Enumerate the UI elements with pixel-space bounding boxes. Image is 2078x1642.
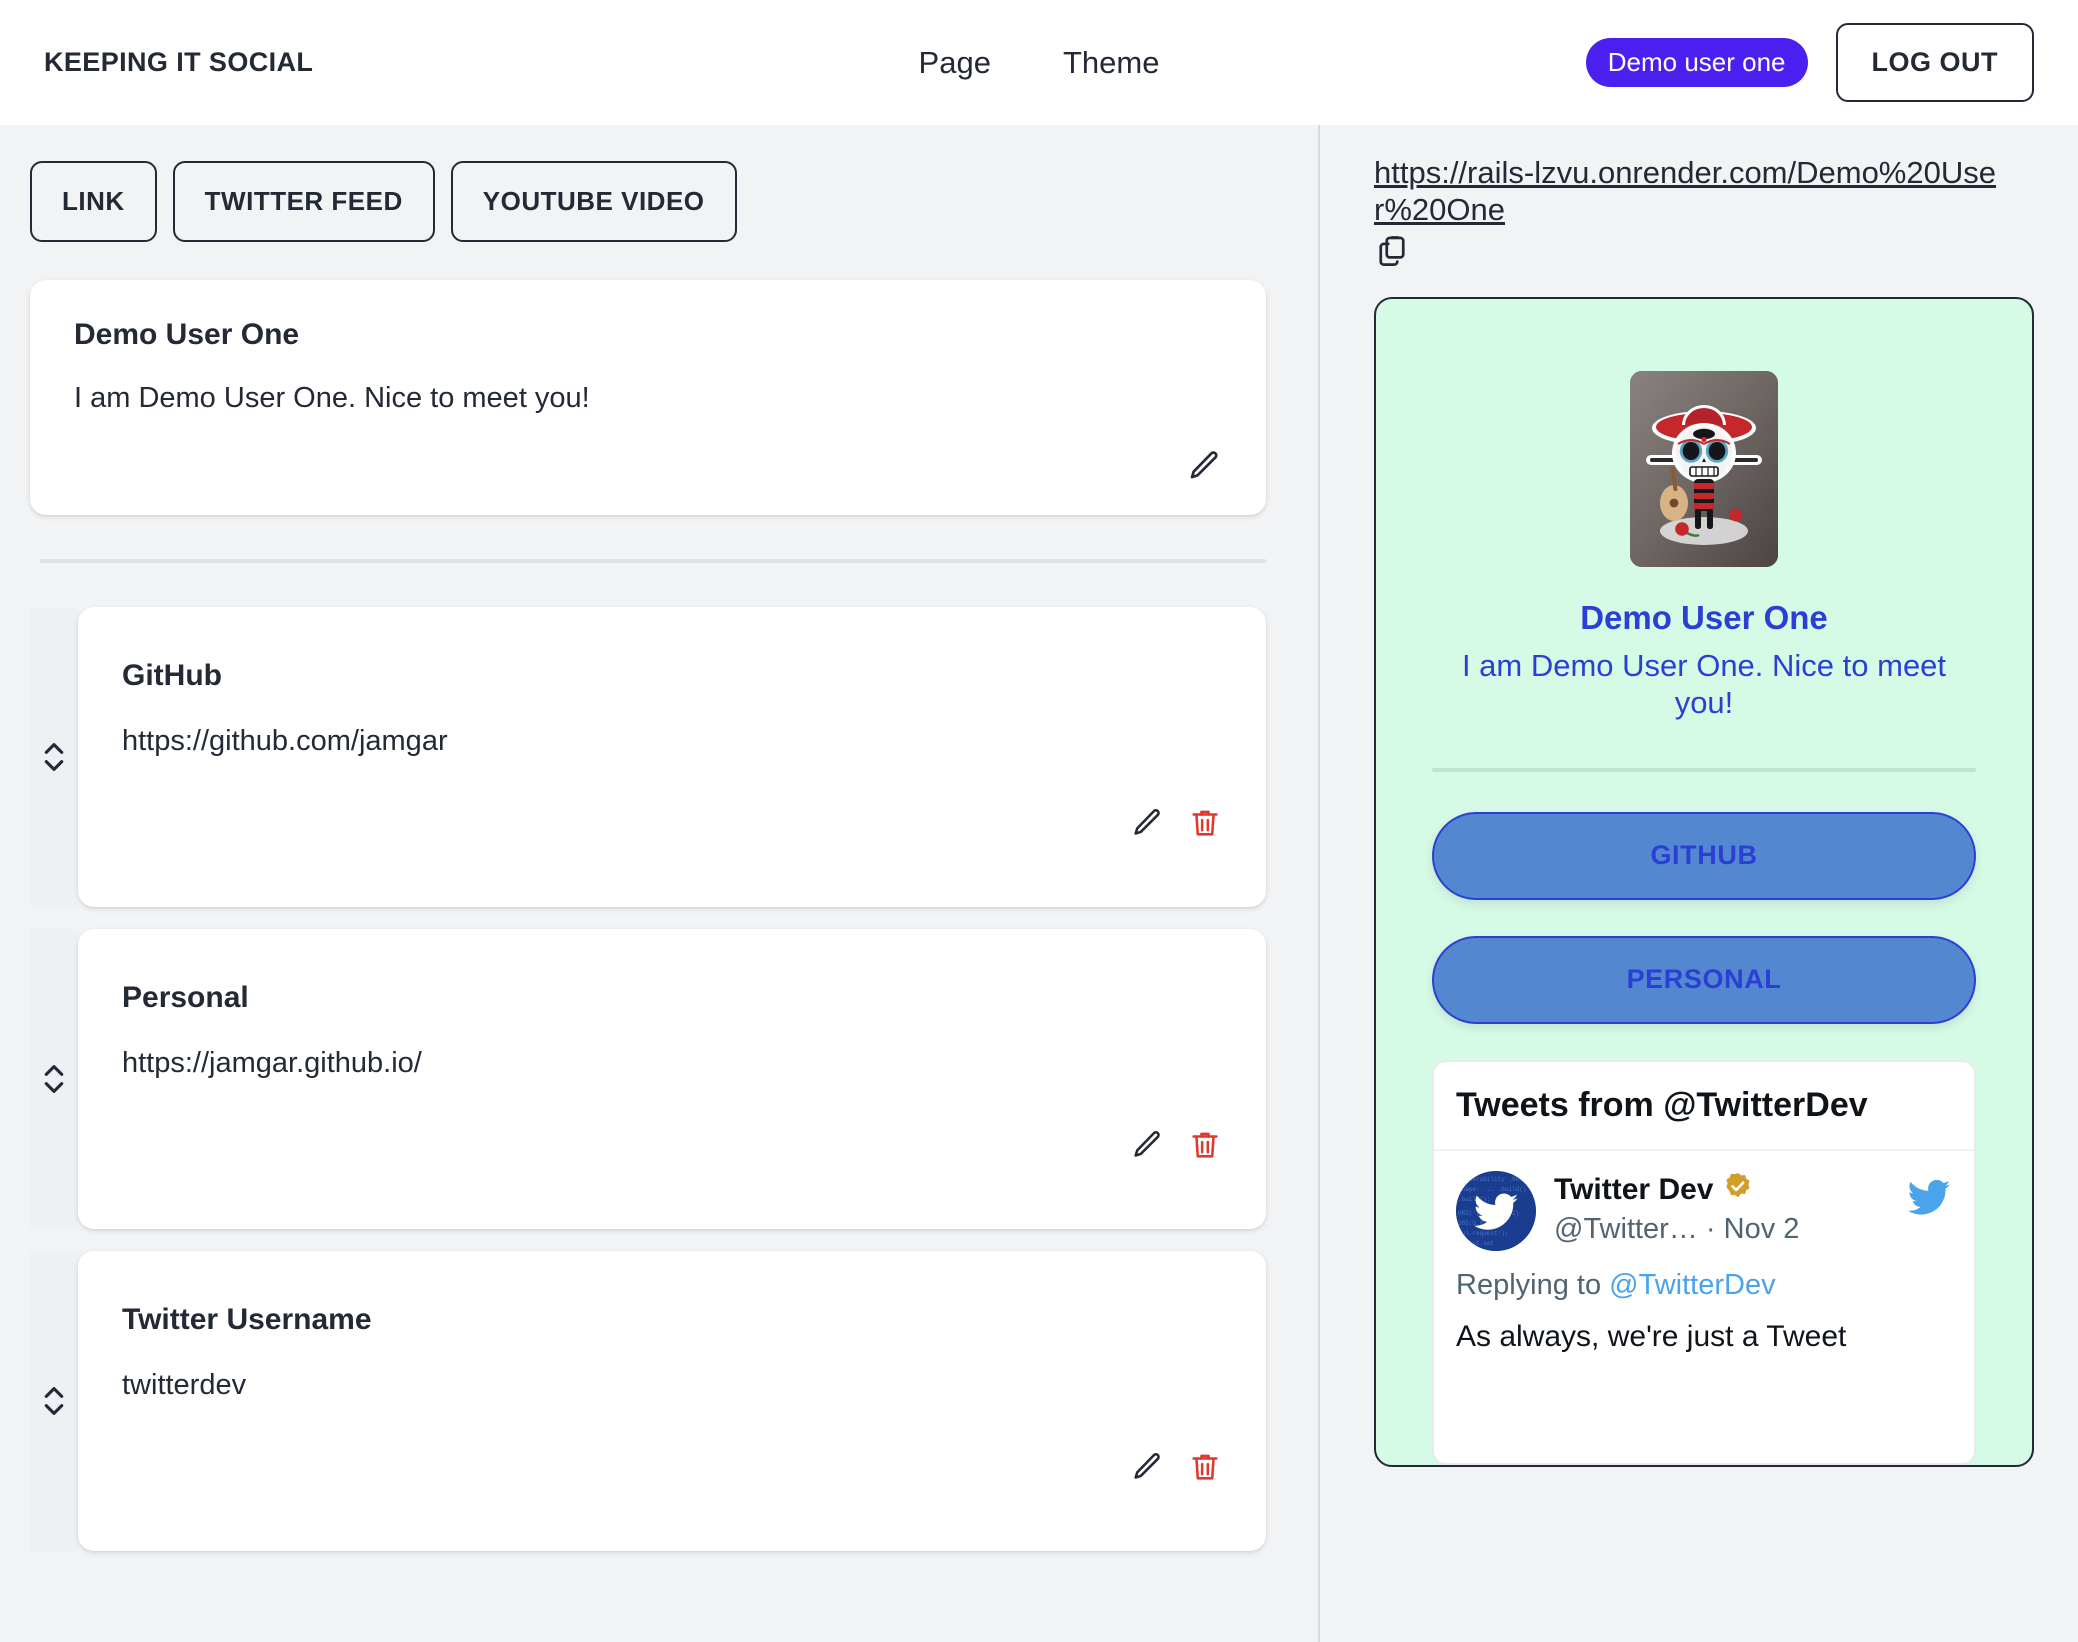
preview-pane: https://rails-lzvu.onrender.com/Demo%20U… xyxy=(1320,125,2078,1642)
twitter-bird-icon[interactable] xyxy=(1906,1171,1952,1226)
trash-icon[interactable] xyxy=(1188,1128,1222,1167)
sort-updown-icon[interactable] xyxy=(30,929,78,1229)
tweet-author-name: Twitter Dev xyxy=(1554,1172,1714,1206)
section-divider xyxy=(40,559,1266,563)
link-title: Personal xyxy=(122,981,249,1014)
link-actions xyxy=(1130,1128,1222,1167)
avatar xyxy=(1630,371,1778,568)
pencil-icon[interactable] xyxy=(1130,806,1164,845)
link-title: GitHub xyxy=(122,659,222,692)
tweet-text: As always, we're just a Tweet xyxy=(1456,1319,1847,1353)
list-item: Twitter Username twitterdev xyxy=(30,1251,1288,1551)
preview-link-button-github[interactable]: GITHUB xyxy=(1432,811,1976,900)
link-card: Personal https://jamgar.github.io/ xyxy=(78,929,1266,1229)
sort-updown-icon[interactable] xyxy=(30,607,78,907)
list-item: Personal https://jamgar.github.io/ xyxy=(30,929,1288,1229)
svg-text:tpPost.set: tpPost.set xyxy=(1458,1240,1494,1247)
tweet-replying-prefix: Replying to xyxy=(1456,1268,1602,1301)
svg-text:.build();: .build(); xyxy=(1458,1196,1490,1203)
trash-icon[interactable] xyxy=(1188,806,1222,845)
tweet-replying-mention[interactable]: @TwitterDev xyxy=(1609,1269,1775,1301)
app-header: KEEPING IT SOCIAL Page Theme Demo user o… xyxy=(0,0,2078,125)
link-card: Twitter Username twitterdev xyxy=(78,1251,1266,1551)
tweet-header: vulnerability .88% shape: ... .build() .… xyxy=(1456,1170,1952,1251)
preview-profile-name: Demo User One xyxy=(1580,599,1828,637)
svg-text:vulnerability .88%: vulnerability .88% xyxy=(1458,1176,1523,1183)
link-title: Twitter Username xyxy=(122,1303,372,1336)
svg-text:shape: ... .build(): shape: ... .build() xyxy=(1458,1186,1526,1193)
twitter-feed-heading: Tweets from @TwitterDev xyxy=(1434,1062,1974,1151)
add-twitter-feed-button[interactable]: TWITTER FEED xyxy=(172,161,435,242)
profile-actions xyxy=(1186,448,1222,489)
nav-item-page[interactable]: Page xyxy=(919,45,991,81)
tweet-replying-to: Replying to @TwitterDev xyxy=(1456,1269,1952,1302)
svg-text:#ul.request');: #ul.request'); xyxy=(1458,1230,1508,1237)
sugar-skull-mariachi-sticker xyxy=(1630,371,1778,568)
tweet-author-name-row: Twitter Dev xyxy=(1554,1171,1888,1209)
copy-icon[interactable] xyxy=(1374,234,1410,275)
link-actions xyxy=(1130,1450,1222,1489)
list-item: GitHub https://github.com/jamgar xyxy=(30,607,1288,907)
preview-profile-bio: I am Demo User One. Nice to meet you! xyxy=(1461,648,1947,721)
link-url: https://github.com/jamgar xyxy=(122,725,448,757)
add-link-button[interactable]: LINK xyxy=(30,161,157,242)
header-actions: Demo user one LOG OUT xyxy=(1585,23,2034,102)
sort-updown-icon[interactable] xyxy=(30,1251,78,1551)
preview-divider xyxy=(1432,767,1976,772)
add-block-toolbar: LINK TWITTER FEED YOUTUBE VIDEO xyxy=(30,161,1288,242)
link-url: https://jamgar.github.io/ xyxy=(122,1047,422,1079)
share-url-link[interactable]: https://rails-lzvu.onrender.com/Demo%20U… xyxy=(1374,155,2014,228)
profile-card: Demo User One I am Demo User One. Nice t… xyxy=(30,280,1266,515)
profile-name: Demo User One xyxy=(74,318,300,351)
tweet-meta: @Twitter… · Nov 2 xyxy=(1554,1213,1888,1246)
twitter-feed-embed: Tweets from @TwitterDev vulnerability .8… xyxy=(1432,1059,1976,1466)
pencil-icon[interactable] xyxy=(1130,1450,1164,1489)
pencil-icon[interactable] xyxy=(1130,1128,1164,1167)
tweet-date: Nov 2 xyxy=(1723,1212,1800,1245)
app-root: KEEPING IT SOCIAL Page Theme Demo user o… xyxy=(0,0,2078,1642)
verified-badge-icon xyxy=(1723,1171,1753,1209)
user-badge[interactable]: Demo user one xyxy=(1585,38,1808,87)
tweet-meta-separator: · xyxy=(1705,1212,1716,1245)
link-actions xyxy=(1130,806,1222,845)
link-card: GitHub https://github.com/jamgar xyxy=(78,607,1266,907)
links-list: GitHub https://github.com/jamgar Persona… xyxy=(30,607,1288,1551)
editor-pane: LINK TWITTER FEED YOUTUBE VIDEO Demo Use… xyxy=(0,125,1320,1642)
pencil-icon[interactable] xyxy=(1186,448,1222,489)
tweet-author-handle: @Twitter… xyxy=(1554,1212,1698,1245)
add-youtube-video-button[interactable]: YOUTUBE VIDEO xyxy=(450,161,737,242)
link-url: twitterdev xyxy=(122,1369,247,1401)
app-body: LINK TWITTER FEED YOUTUBE VIDEO Demo Use… xyxy=(0,125,2078,1642)
twitter-dev-avatar: vulnerability .88% shape: ... .build() .… xyxy=(1456,1170,1536,1251)
profile-bio: I am Demo User One. Nice to meet you! xyxy=(74,382,590,414)
nav-item-theme[interactable]: Theme xyxy=(1063,45,1159,81)
brand-logo: KEEPING IT SOCIAL xyxy=(44,47,314,77)
trash-icon[interactable] xyxy=(1188,1450,1222,1489)
tweet-item: vulnerability .88% shape: ... .build() .… xyxy=(1434,1151,1974,1356)
tweet-author: Twitter Dev @Twitter… · Nov 2 xyxy=(1554,1171,1888,1246)
preview-link-button-personal[interactable]: PERSONAL xyxy=(1432,935,1976,1024)
live-preview-card: Demo User One I am Demo User One. Nice t… xyxy=(1374,297,2034,1468)
logout-button[interactable]: LOG OUT xyxy=(1835,23,2034,102)
